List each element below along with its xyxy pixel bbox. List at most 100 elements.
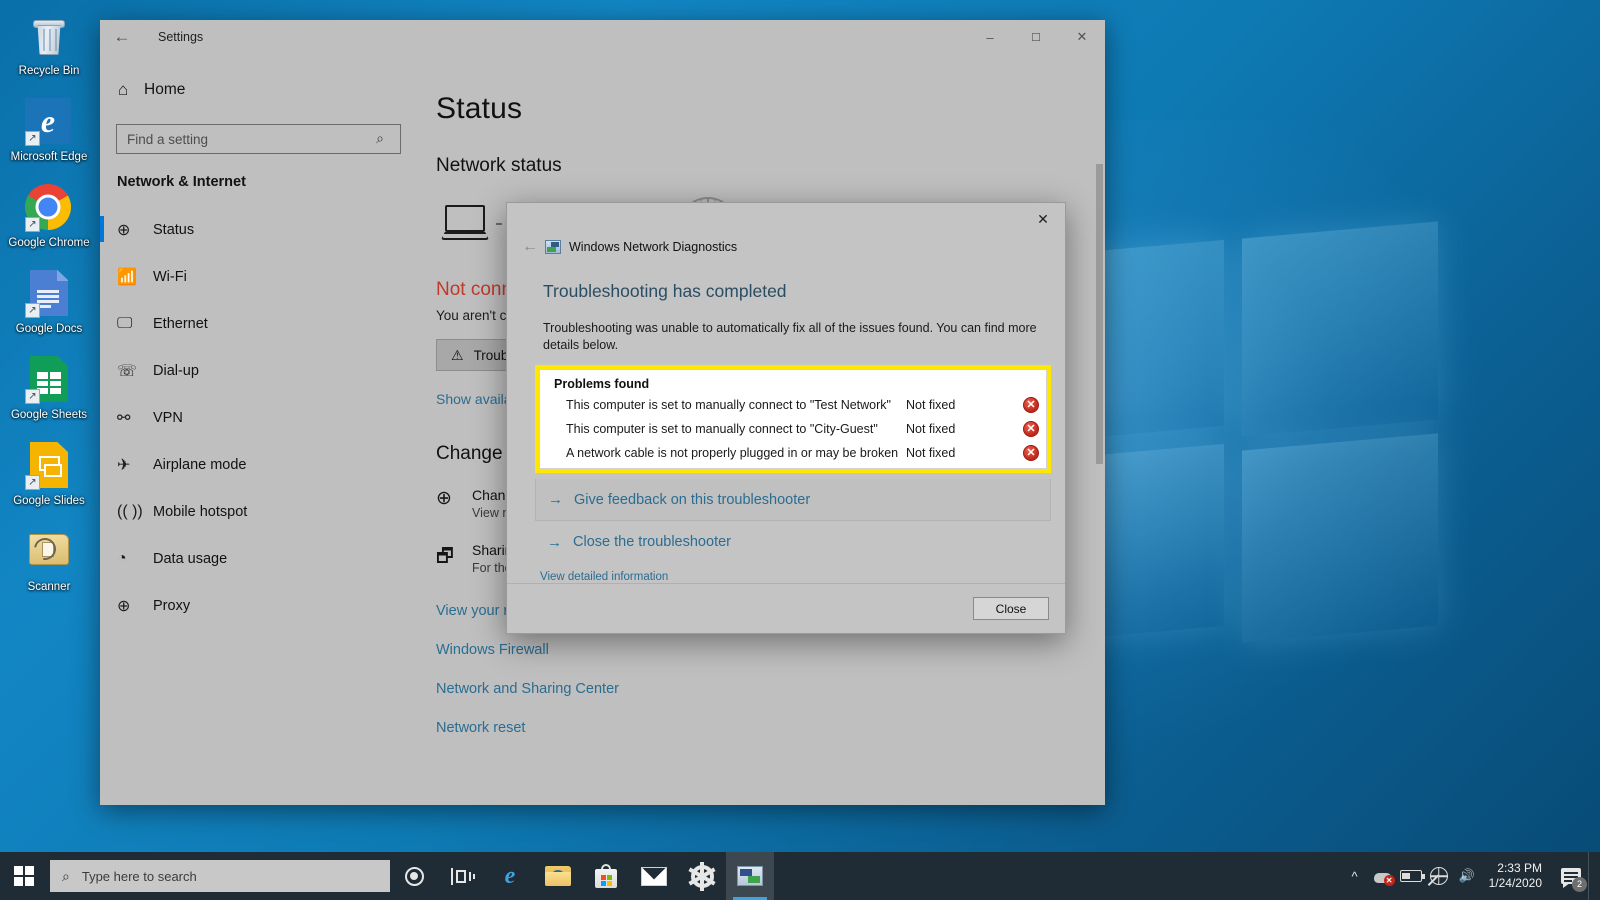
close-icon[interactable]: ✕ <box>1025 207 1061 231</box>
sidebar-item-data-usage[interactable]: ◔ Data usage <box>100 535 414 582</box>
notification-count: 2 <box>1572 877 1587 892</box>
link-network-sharing-center[interactable]: Network and Sharing Center <box>436 681 1105 697</box>
sidebar-item-label: Data usage <box>153 550 228 567</box>
close-troubleshooter-label: Close the troubleshooter <box>573 534 731 550</box>
laptop-icon <box>441 205 489 243</box>
search-icon: ⌕ <box>62 867 70 884</box>
desktop-icon-microsoft-edge[interactable]: e ↗ Microsoft Edge <box>6 94 92 164</box>
google-chrome-icon: ↗ <box>25 184 73 232</box>
dialog-footer: Close <box>507 583 1065 633</box>
desktop-icon-scanner[interactable]: Scanner <box>6 524 92 594</box>
clock[interactable]: 2:33 PM 1/24/2020 <box>1481 861 1554 891</box>
cortana-icon <box>404 866 424 886</box>
sidebar-item-ethernet[interactable]: 🖵 Ethernet <box>100 300 414 347</box>
taskbar-network-diagnostics[interactable] <box>726 852 774 900</box>
problems-found-panel: Problems found This computer is set to m… <box>535 365 1051 473</box>
problem-row: This computer is set to manually connect… <box>540 394 1046 415</box>
dialog-titlebar: ✕ <box>507 203 1065 233</box>
minimize-button[interactable]: – <box>967 20 1013 54</box>
taskbar: ⌕ Type here to search e ^ ✕ 🔊 2:33 PM 1/… <box>0 852 1600 900</box>
file-explorer-icon <box>545 866 571 886</box>
taskbar-search-box[interactable]: ⌕ Type here to search <box>50 860 390 892</box>
show-desktop-button[interactable] <box>1588 852 1596 900</box>
scanner-folder-icon <box>25 528 73 576</box>
dialog-description: Troubleshooting was unable to automatica… <box>543 321 1037 352</box>
link-network-reset[interactable]: Network reset <box>436 720 1105 736</box>
desktop-icon-list: Recycle Bin e ↗ Microsoft Edge ↗ Google … <box>0 8 98 610</box>
give-feedback-link[interactable]: → Give feedback on this troubleshooter <box>536 479 1050 520</box>
sidebar-item-dialup[interactable]: ☏ Dial-up <box>100 347 414 394</box>
desktop-icon-label: Google Sheets <box>10 409 88 421</box>
ethernet-icon: 🖵 <box>117 314 133 332</box>
desktop-icon-google-docs[interactable]: ↗ Google Docs <box>6 266 92 336</box>
search-input[interactable] <box>116 124 401 154</box>
warning-triangle-icon: ⚠ <box>451 346 464 363</box>
network-diagnostics-icon <box>545 240 561 254</box>
taskbar-microsoft-edge[interactable]: e <box>486 852 534 900</box>
globe-status-icon: ⊕ <box>117 221 131 239</box>
pie-chart-icon: ◔ <box>117 549 127 567</box>
problem-text: A network cable is not properly plugged … <box>566 445 899 460</box>
desktop-icon-recycle-bin[interactable]: Recycle Bin <box>6 8 92 78</box>
onedrive-error-icon[interactable]: ✕ <box>1369 852 1397 900</box>
sidebar-item-airplane-mode[interactable]: ✈ Airplane mode <box>100 441 414 488</box>
taskbar-file-explorer[interactable] <box>534 852 582 900</box>
dialog-title: Windows Network Diagnostics <box>569 240 738 254</box>
clock-time: 2:33 PM <box>1497 861 1542 875</box>
sidebar-item-proxy[interactable]: ⊕ Proxy <box>100 582 414 629</box>
network-diagnostics-icon <box>737 866 763 886</box>
arrow-right-icon: → <box>547 533 562 551</box>
mail-icon <box>641 866 667 886</box>
sidebar-item-label: VPN <box>153 409 183 426</box>
task-view-button[interactable] <box>438 852 486 900</box>
speaker-icon[interactable]: 🔊 <box>1453 852 1481 900</box>
sidebar-item-status[interactable]: ⊕ Status <box>100 206 414 253</box>
sidebar-item-home[interactable]: ⌂ Home <box>100 70 414 110</box>
taskbar-settings[interactable] <box>678 852 726 900</box>
close-troubleshooter-link[interactable]: → Close the troubleshooter <box>507 521 1065 563</box>
desktop-icon-google-chrome[interactable]: ↗ Google Chrome <box>6 180 92 250</box>
problem-row: This computer is set to manually connect… <box>540 418 1046 439</box>
desktop-icon-google-sheets[interactable]: ↗ Google Sheets <box>6 352 92 422</box>
desktop-icon-label: Google Chrome <box>8 237 90 249</box>
taskbar-mail[interactable] <box>630 852 678 900</box>
back-arrow-icon[interactable]: ← <box>515 238 545 256</box>
settings-gear-icon <box>688 861 716 891</box>
sidebar-item-vpn[interactable]: ⚯ VPN <box>100 394 414 441</box>
sidebar-item-label: Airplane mode <box>153 456 247 473</box>
dialog-heading: Troubleshooting has completed <box>543 281 787 301</box>
sidebar-item-wifi[interactable]: 📶 Wi-Fi <box>100 253 414 300</box>
dialup-phone-icon: ☏ <box>117 362 138 380</box>
network-status-heading: Network status <box>436 155 562 176</box>
chevron-up-icon[interactable]: ^ <box>1341 852 1369 900</box>
sidebar-item-mobile-hotspot[interactable]: (( )) Mobile hotspot <box>100 488 414 535</box>
desktop-icon-label: Recycle Bin <box>18 65 80 77</box>
error-icon: ✕ <box>1016 396 1046 413</box>
desktop-icon-label: Microsoft Edge <box>10 151 88 163</box>
wifi-icon: 📶 <box>117 268 137 286</box>
battery-icon[interactable] <box>1397 852 1425 900</box>
close-button[interactable]: ✕ <box>1059 20 1105 54</box>
sidebar-item-label: Status <box>153 221 195 238</box>
cortana-button[interactable] <box>390 852 438 900</box>
hotspot-icon: (( )) <box>117 502 143 520</box>
shortcut-arrow-icon: ↗ <box>25 389 40 404</box>
view-detailed-information-link[interactable]: View detailed information <box>507 571 1065 583</box>
settings-search: ⌕ <box>116 124 401 154</box>
windows-start-button[interactable] <box>0 852 48 900</box>
settings-titlebar: ← Settings – ☐ ✕ <box>100 20 1105 54</box>
adapter-options-icon: ⊕ <box>436 488 452 509</box>
sharing-options-icon: 🗗 <box>436 546 454 567</box>
desktop-icon-google-slides[interactable]: ↗ Google Slides <box>6 438 92 508</box>
feedback-action-panel[interactable]: → Give feedback on this troubleshooter <box>535 479 1051 521</box>
notifications-button[interactable]: 2 <box>1554 852 1588 900</box>
settings-scrollbar[interactable] <box>1096 164 1103 724</box>
back-arrow-icon[interactable]: ← <box>100 20 144 54</box>
task-view-icon <box>451 867 475 885</box>
close-button[interactable]: Close <box>973 597 1049 620</box>
sidebar-item-label: Wi-Fi <box>153 268 187 285</box>
network-disconnected-icon[interactable] <box>1425 852 1453 900</box>
taskbar-microsoft-store[interactable] <box>582 852 630 900</box>
link-windows-firewall[interactable]: Windows Firewall <box>436 642 1105 658</box>
maximize-button[interactable]: ☐ <box>1013 20 1059 54</box>
